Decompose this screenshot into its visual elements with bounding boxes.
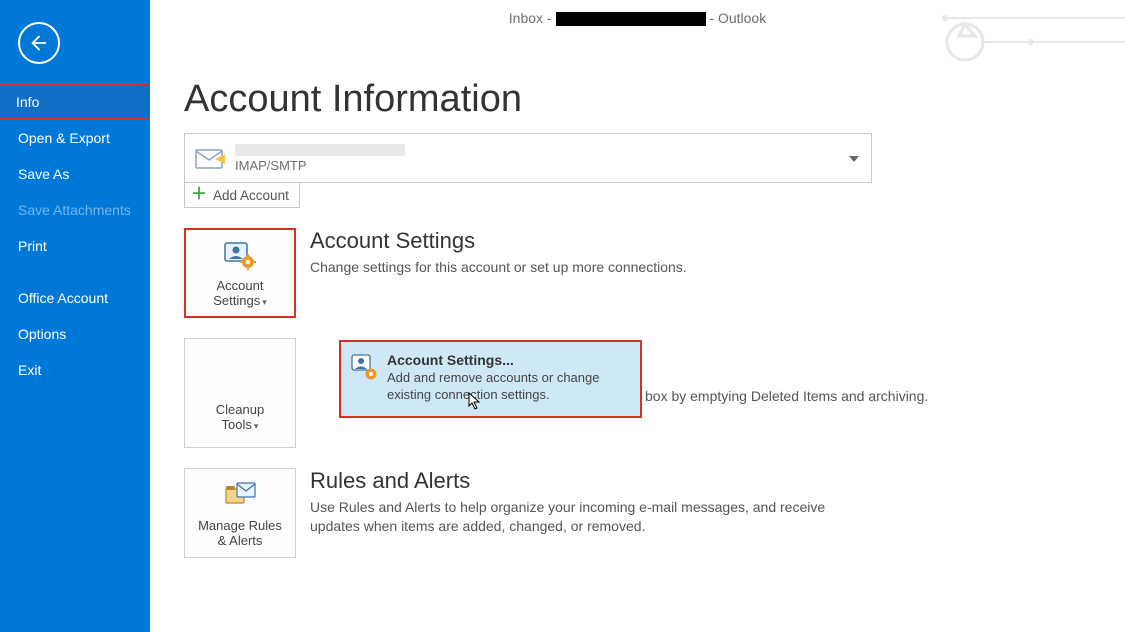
add-account-button[interactable]: ＋ Add Account [184,183,300,208]
plus-icon: ＋ [191,187,207,203]
main-area: Inbox - - Outlook Account Information [150,0,1125,632]
sidebar-item-office-account[interactable]: Office Account [0,280,150,316]
popup-title: Account Settings... [387,352,630,368]
decorative-swirl [935,0,1125,70]
mailbox-desc-fragment: box by emptying Deleted Items and archiv… [645,388,928,404]
account-email-redacted [235,144,405,156]
tile-label-1: Manage Rules [198,518,282,533]
tile-label-2: Settings [213,293,260,308]
tile-label-1: Account [217,278,264,293]
arrow-left-icon [28,32,50,54]
account-settings-desc: Change settings for this account or set … [310,258,687,277]
redacted-email [556,12,706,26]
back-button[interactable] [18,22,60,64]
popup-desc: Add and remove accounts or change existi… [387,370,630,404]
sidebar-item-print[interactable]: Print [0,228,150,264]
title-after: - Outlook [709,10,766,26]
page-title: Account Information [184,78,1091,121]
tile-label-2: Tools [222,417,252,432]
chevron-down-icon [849,149,859,167]
tile-label-1: Cleanup [216,402,264,417]
account-settings-icon [223,241,257,274]
sidebar-item-save-as[interactable]: Save As [0,156,150,192]
sidebar-item-exit[interactable]: Exit [0,352,150,388]
account-settings-title: Account Settings [310,228,687,254]
account-settings-tile[interactable]: Account Settings▾ [184,228,296,318]
sidebar-item-save-attachments: Save Attachments [0,192,150,228]
rules-desc: Use Rules and Alerts to help organize yo… [310,498,870,536]
title-before: Inbox - [509,10,556,26]
add-account-label: Add Account [213,188,289,203]
account-protocol: IMAP/SMTP [235,158,871,173]
sidebar-item-options[interactable]: Options [0,316,150,352]
sidebar-item-info[interactable]: Info [0,84,152,120]
account-settings-small-icon [351,354,379,382]
caret-down-icon: ▾ [262,297,267,307]
account-selector[interactable]: IMAP/SMTP [184,133,872,183]
tile-label-2: & Alerts [218,533,263,548]
rules-alerts-tile[interactable]: Manage Rules & Alerts [184,468,296,558]
account-mail-icon [191,139,229,177]
caret-down-icon: ▾ [254,421,259,431]
account-settings-menu-item[interactable]: Account Settings... Add and remove accou… [339,340,642,418]
mailbox-cleanup-tile[interactable]: Cleanup Tools▾ [184,338,296,448]
backstage-sidebar: Info Open & Export Save As Save Attachme… [0,0,150,632]
sidebar-item-open-export[interactable]: Open & Export [0,120,150,156]
rules-title: Rules and Alerts [310,468,870,494]
rules-alerts-icon [223,481,257,514]
